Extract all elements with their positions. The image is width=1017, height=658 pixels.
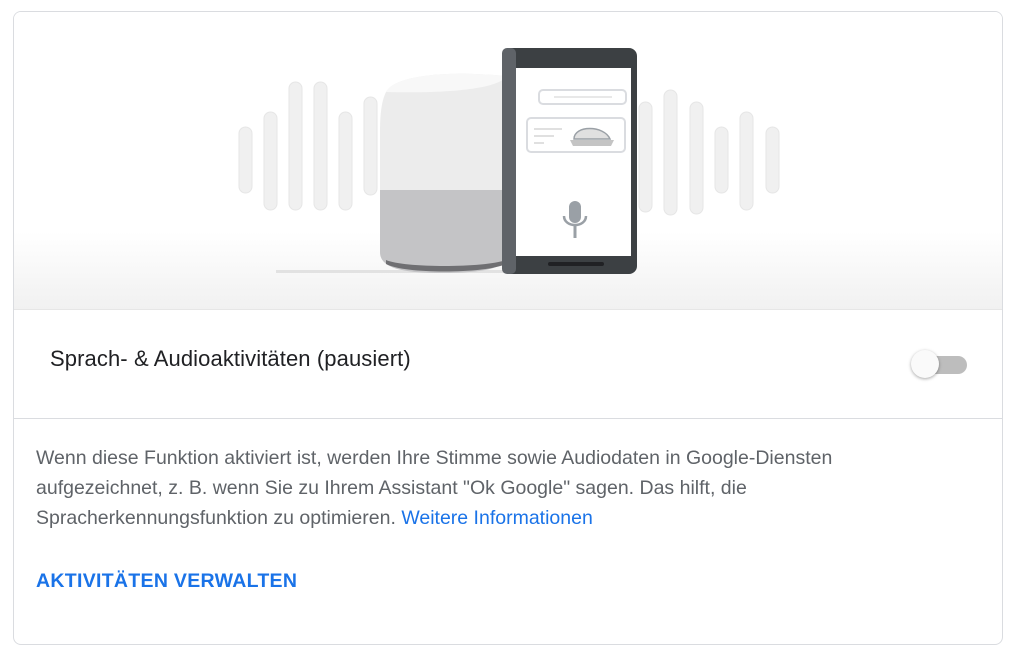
setting-description: Wenn diese Funktion aktiviert ist, werde… xyxy=(36,443,856,533)
learn-more-link[interactable]: Weitere Informationen xyxy=(401,507,593,529)
toggle-thumb xyxy=(911,350,939,378)
voice-assistant-illustration xyxy=(238,48,780,274)
voice-audio-activity-card: Sprach- & Audioaktivitäten (pausiert) xyxy=(13,11,1003,645)
voice-audio-setting-row: Sprach- & Audioaktivitäten (pausiert) xyxy=(14,310,1002,419)
phone-icon xyxy=(502,48,637,274)
manage-activities-button[interactable]: AKTIVITÄTEN VERWALTEN xyxy=(36,570,297,593)
voice-audio-activity-toggle[interactable] xyxy=(911,348,969,378)
setting-title: Sprach- & Audioaktivitäten (pausiert) xyxy=(50,346,411,371)
smart-speaker-icon xyxy=(380,73,506,273)
hero-illustration xyxy=(14,12,1002,310)
